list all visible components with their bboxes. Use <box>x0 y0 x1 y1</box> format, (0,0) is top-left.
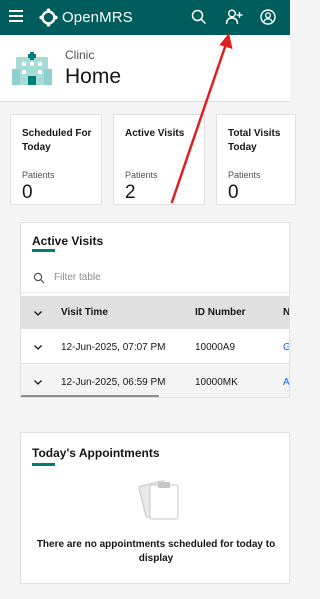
metric-tile-total-visits: Total Visits Today Patients 0 <box>216 114 296 205</box>
empty-clipboard-icon <box>138 480 179 520</box>
metric-tile-active-visits: Active Visits Patients 2 <box>113 114 205 205</box>
visit-time-cell: 12-Jun-2025, 06:59 PM <box>61 377 166 388</box>
brand-name: OpenMRS <box>62 8 133 26</box>
metric-tile-scheduled: Scheduled For Today Patients 0 <box>10 114 102 205</box>
metric-title: Scheduled For Today <box>22 128 92 153</box>
metric-label: Patients <box>125 170 158 180</box>
metric-value: 0 <box>22 182 33 203</box>
menu-icon[interactable] <box>9 10 23 24</box>
page-header: Clinic Home <box>0 35 290 102</box>
expand-all-chevron-icon[interactable] <box>33 308 43 318</box>
table-row[interactable]: 12-Jun-2025, 07:07 PM 10000A9 G <box>21 330 289 364</box>
id-number-cell: 10000MK <box>195 377 238 388</box>
visit-time-cell: 12-Jun-2025, 07:07 PM <box>61 342 166 353</box>
user-avatar-icon[interactable] <box>259 8 277 26</box>
search-icon[interactable] <box>190 8 208 26</box>
openmrs-logo[interactable]: OpenMRS <box>39 6 133 28</box>
table-header: Visit Time ID Number N <box>21 296 289 329</box>
horizontal-scrollbar[interactable] <box>21 395 159 397</box>
openmrs-logo-icon <box>39 7 58 27</box>
metric-title: Total Visits Today <box>228 128 281 153</box>
add-patient-icon[interactable] <box>225 8 243 26</box>
metric-value: 2 <box>125 182 136 203</box>
metric-value: 0 <box>228 182 239 203</box>
metric-title: Active Visits <box>125 128 185 139</box>
appointments-title: Today's Appointments <box>32 446 160 460</box>
filter-table-input[interactable]: Filter table <box>21 263 289 293</box>
id-number-cell: 10000A9 <box>195 342 236 353</box>
patient-name-link[interactable]: A <box>283 377 289 388</box>
expand-row-chevron-icon[interactable] <box>33 342 43 352</box>
top-navigation-bar: OpenMRS <box>0 0 290 35</box>
column-header-visit-time[interactable]: Visit Time <box>61 307 108 318</box>
appointments-card: Today's Appointments There are no appoin… <box>20 432 290 584</box>
search-icon <box>33 272 45 284</box>
empty-state-message: There are no appointments scheduled for … <box>36 539 276 564</box>
patient-name-link[interactable]: G <box>283 342 289 353</box>
expand-row-chevron-icon[interactable] <box>33 377 43 387</box>
table-row[interactable]: 12-Jun-2025, 06:59 PM 10000MK A <box>21 365 289 397</box>
active-visits-card: Active Visits Filter table Visit Time ID… <box>20 222 290 398</box>
title-underline <box>32 463 55 466</box>
title-underline <box>32 249 55 252</box>
page-title: Home <box>65 65 122 88</box>
clinic-building-icon <box>12 52 52 85</box>
metric-label: Patients <box>22 170 55 180</box>
location-label: Clinic <box>65 48 95 62</box>
active-visits-title: Active Visits <box>32 234 104 248</box>
filter-placeholder: Filter table <box>54 272 101 283</box>
column-header-name[interactable]: N <box>283 307 289 318</box>
column-header-id-number[interactable]: ID Number <box>195 307 246 318</box>
metric-label: Patients <box>228 170 261 180</box>
